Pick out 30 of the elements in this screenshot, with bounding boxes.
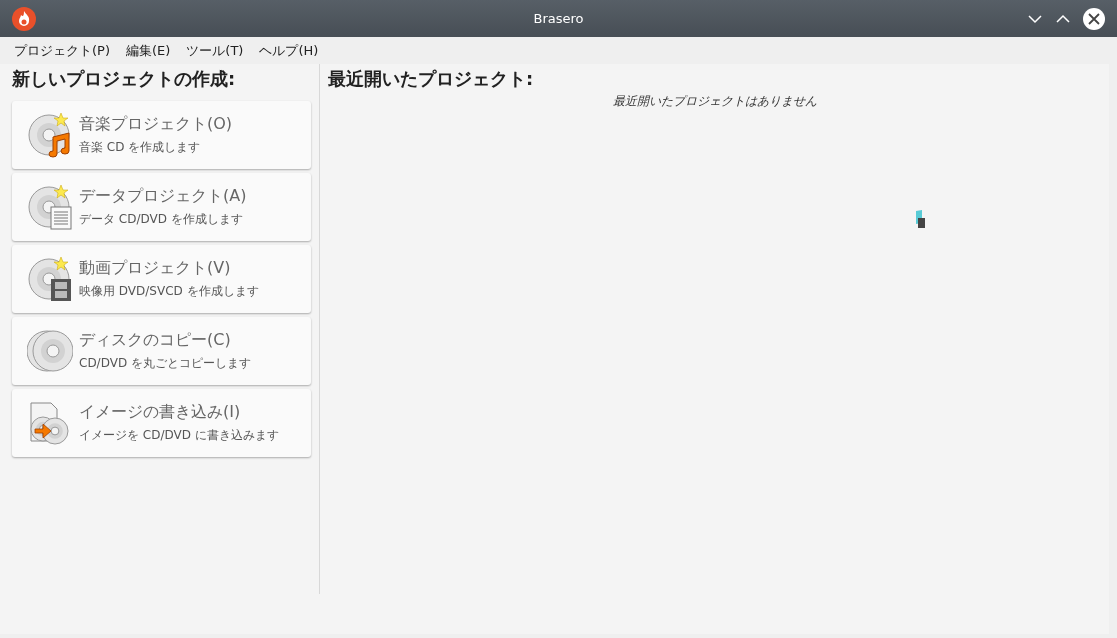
window-title: Brasero — [533, 9, 584, 28]
flame-logo-icon — [12, 6, 36, 31]
disc-film-icon — [27, 255, 73, 303]
menu-item[interactable]: プロジェクト(P) — [8, 40, 116, 61]
project-title: 動画プロジェクト(V) — [79, 258, 232, 278]
project-title: ディスクのコピー(C) — [79, 330, 232, 350]
project-button[interactable]: ディスクのコピー(C) CD/DVD を丸ごとコピーします — [12, 317, 311, 385]
project-description: 音楽 CD を作成します — [79, 139, 202, 156]
menu-item[interactable]: 編集(E) — [120, 40, 177, 61]
close-icon[interactable] — [1083, 7, 1105, 30]
disc-document-icon — [27, 183, 73, 231]
section-heading: 新しいプロジェクトの作成: — [12, 66, 237, 91]
disc-music-note-icon — [27, 111, 73, 159]
section-heading: 最近開いたプロジェクト: — [328, 66, 535, 91]
project-title: 音楽プロジェクト(O) — [79, 114, 233, 134]
project-button[interactable]: 動画プロジェクト(V) 映像用 DVD/SVCD を作成します — [12, 245, 311, 313]
project-button[interactable]: データプロジェクト(A) データ CD/DVD を作成します — [12, 173, 311, 241]
project-button[interactable]: イメージの書き込み(I) イメージを CD/DVD に書き込みます — [12, 389, 311, 457]
project-description: 映像用 DVD/SVCD を作成します — [79, 283, 259, 300]
file-icon — [915, 210, 925, 228]
project-description: CD/DVD を丸ごとコピーします — [79, 355, 251, 372]
project-description: イメージを CD/DVD に書き込みます — [79, 427, 279, 444]
project-description: データ CD/DVD を作成します — [79, 211, 244, 228]
empty-message: 最近開いたプロジェクトはありません — [612, 93, 817, 110]
menu-item[interactable]: ヘルプ(H) — [253, 40, 325, 61]
discs-icon — [27, 327, 73, 375]
project-button[interactable]: 音楽プロジェクト(O) 音楽 CD を作成します — [12, 101, 311, 169]
project-title: データプロジェクト(A) — [79, 186, 247, 206]
project-title: イメージの書き込み(I) — [79, 402, 242, 422]
menu-item[interactable]: ツール(T) — [180, 40, 250, 61]
